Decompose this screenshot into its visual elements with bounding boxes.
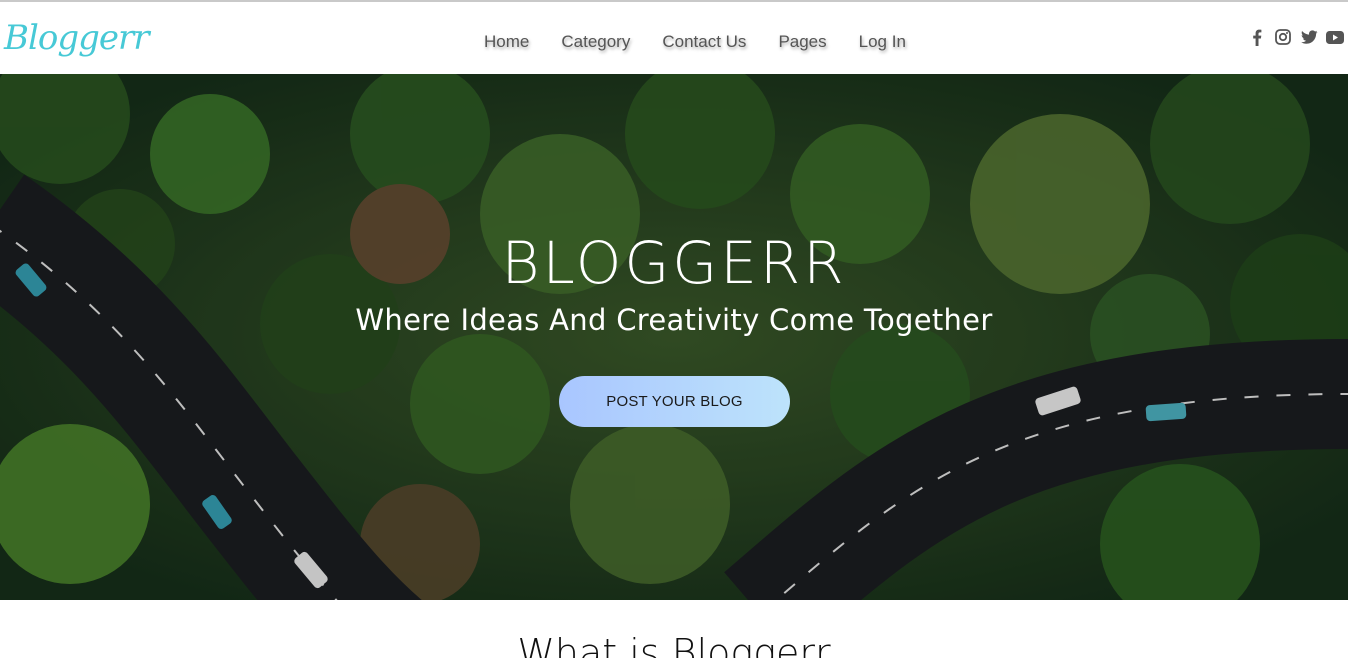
main-nav: Home Category Contact Us Pages Log In [468,32,922,52]
twitter-icon[interactable] [1300,28,1318,46]
social-links [1248,28,1344,46]
hero-title: BLOGGERR [501,229,847,297]
site-logo[interactable]: Bloggerr [4,21,149,55]
nav-item-category[interactable]: Category [545,32,646,52]
nav-item-pages[interactable]: Pages [762,32,842,52]
navbar: Bloggerr Home Category Contact Us Pages … [0,2,1348,74]
nav-item-home[interactable]: Home [468,32,545,52]
facebook-icon[interactable] [1248,28,1266,46]
instagram-icon[interactable] [1274,28,1292,46]
nav-item-contact-us[interactable]: Contact Us [646,32,762,52]
nav-item-log-in[interactable]: Log In [843,32,922,52]
hero-banner: BLOGGERR Where Ideas And Creativity Come… [0,74,1348,600]
about-section: What is Bloggerr [0,600,1348,658]
hero-subtitle: Where Ideas And Creativity Come Together [355,303,993,337]
youtube-icon[interactable] [1326,28,1344,46]
post-your-blog-button[interactable]: POST YOUR BLOG [559,376,790,427]
section-title: What is Bloggerr [517,631,831,658]
hero-overlay [0,74,1348,600]
